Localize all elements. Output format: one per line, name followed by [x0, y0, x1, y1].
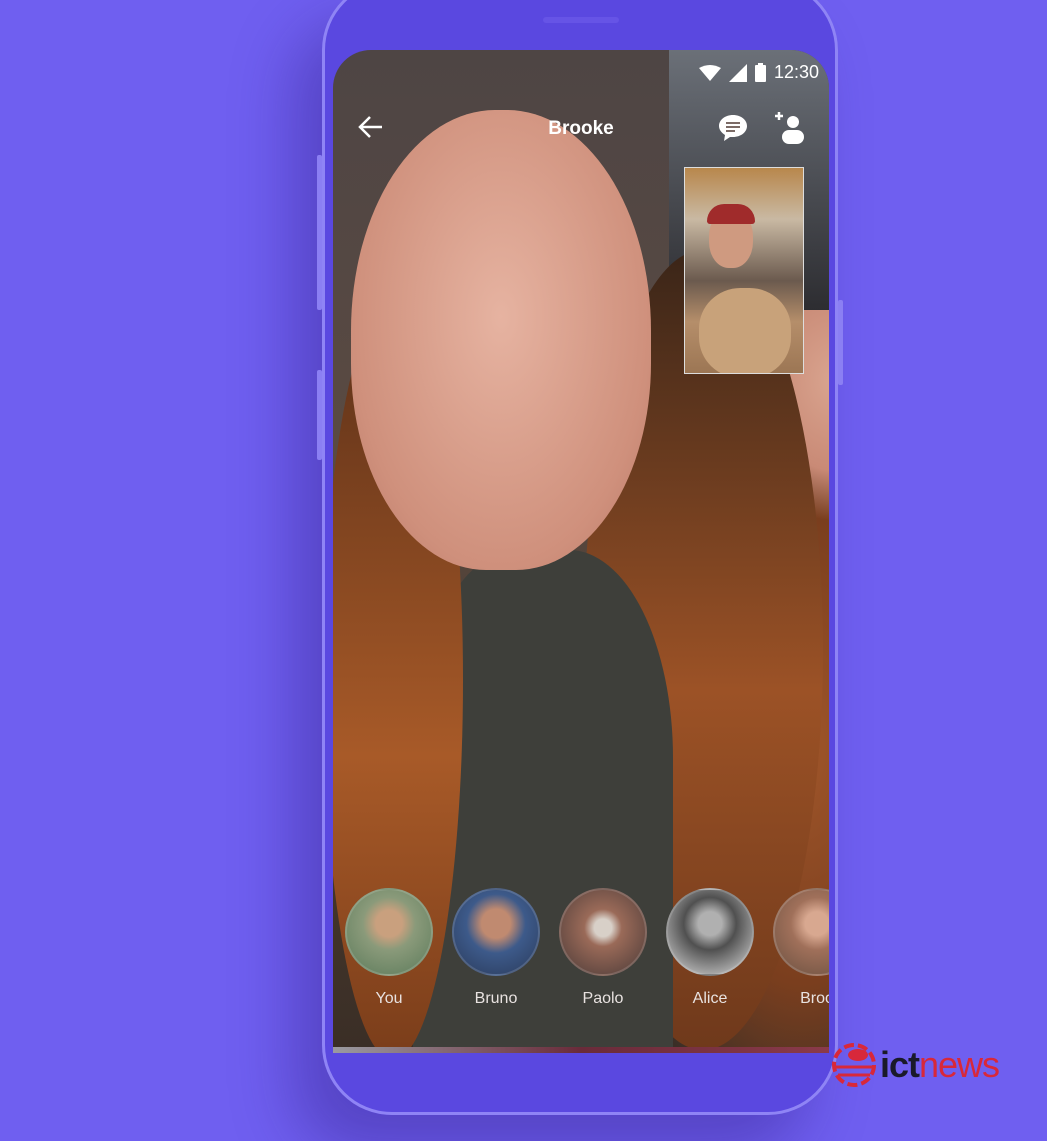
avatar	[452, 888, 540, 976]
avatar	[773, 888, 829, 976]
call-header: Brooke	[333, 110, 829, 150]
call-title: Brooke	[548, 118, 614, 139]
participant-name: Paolo	[582, 990, 624, 1007]
participant-paolo[interactable]: Paolo	[559, 888, 647, 1008]
chat-button[interactable]	[717, 112, 749, 149]
participant-name: Broo	[800, 990, 829, 1007]
avatar	[666, 888, 754, 976]
participant-name: Alice	[692, 990, 728, 1007]
phone-side-button	[317, 370, 322, 460]
phone-power-button	[838, 300, 843, 385]
participant-alice[interactable]: Alice	[666, 888, 754, 1008]
logo-text-news: news	[919, 1044, 1000, 1085]
avatar	[345, 888, 433, 976]
phone-speaker	[543, 17, 619, 23]
chat-icon	[719, 115, 747, 141]
ictnews-logo-icon	[832, 1043, 876, 1087]
screen-bottom-edge	[333, 1047, 829, 1053]
avatar	[559, 888, 647, 976]
add-participant-button[interactable]	[773, 110, 805, 151]
status-time: 12:30	[773, 62, 819, 82]
battery-icon	[754, 63, 766, 82]
self-view-video[interactable]	[684, 167, 804, 374]
participant-name: You	[375, 990, 403, 1007]
participant-brooke[interactable]: Broo	[773, 888, 829, 1008]
participant-bruno[interactable]: Bruno	[452, 888, 540, 1008]
ictnews-watermark: ict news	[832, 1043, 1000, 1087]
signal-icon	[728, 63, 747, 82]
participant-list: You Bruno Paolo Alice Broo	[345, 888, 829, 1008]
add-person-icon	[775, 112, 804, 144]
participant-you[interactable]: You	[345, 888, 433, 1008]
status-bar: 12:30	[698, 62, 819, 83]
video-call-screen: 12:30 Brooke You Bruno Paolo Alice Bro	[333, 50, 829, 1053]
phone-side-button	[317, 155, 322, 310]
wifi-icon	[698, 64, 721, 81]
logo-text-ict: ict	[880, 1044, 920, 1085]
participant-name: Bruno	[474, 990, 518, 1007]
